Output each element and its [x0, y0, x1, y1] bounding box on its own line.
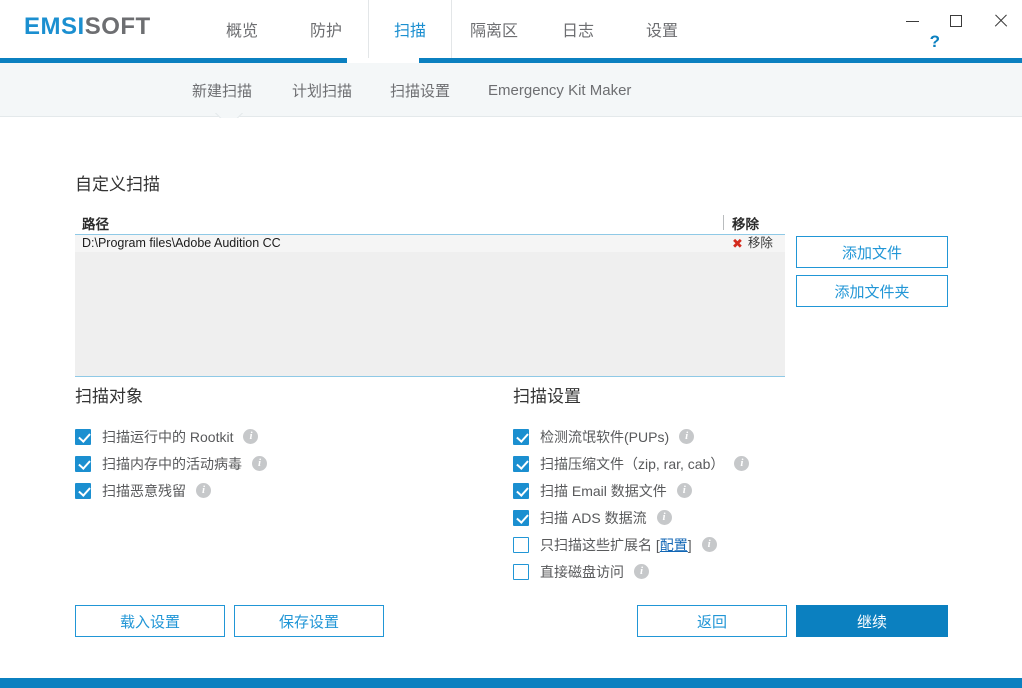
- label-scan-archives: 扫描压缩文件（zip, rar, cab）: [540, 455, 725, 472]
- info-icon[interactable]: i: [243, 429, 259, 444]
- continue-button[interactable]: 继续: [796, 605, 948, 637]
- column-divider: [723, 215, 724, 230]
- logo-primary-text: EMSI: [24, 13, 85, 40]
- info-icon[interactable]: i: [679, 429, 695, 444]
- label-scan-ads: 扫描 ADS 数据流: [540, 509, 647, 526]
- info-icon[interactable]: i: [701, 537, 717, 552]
- configure-extensions-link[interactable]: 配置: [660, 537, 688, 553]
- checkbox-row-scan-ads[interactable]: 扫描 ADS 数据流 i: [513, 504, 749, 531]
- scan-objects-title: 扫描对象: [75, 387, 143, 406]
- checkbox-scan-email[interactable]: [513, 482, 529, 499]
- label-detect-pups: 检测流氓软件(PUPs): [540, 428, 670, 445]
- maximize-button[interactable]: [934, 6, 978, 36]
- minimize-icon: [905, 20, 919, 22]
- table-row[interactable]: D:\Program files\Adobe Audition CC ✖ 移除: [75, 235, 785, 252]
- checkbox-row-scan-rootkits[interactable]: 扫描运行中的 Rootkit i: [75, 423, 267, 450]
- tab-quarantine[interactable]: 隔离区: [452, 0, 536, 58]
- tab-protection[interactable]: 防护: [284, 0, 368, 58]
- subnav-item-new-scan[interactable]: 新建扫描: [192, 80, 252, 101]
- cell-path: D:\Program files\Adobe Audition CC: [82, 236, 281, 250]
- scan-settings-title: 扫描设置: [513, 387, 581, 406]
- checkbox-row-scan-traces[interactable]: 扫描恶意残留 i: [75, 477, 267, 504]
- application-window: EMSISOFT 概览 防护 扫描 隔离区 日志 设置 ? 新建扫描 计划扫描 …: [0, 0, 1022, 688]
- info-icon[interactable]: i: [734, 456, 750, 471]
- add-file-button[interactable]: 添加文件: [796, 236, 948, 268]
- sub-navigation-items: 新建扫描 计划扫描 扫描设置 Emergency Kit Maker: [192, 63, 669, 117]
- label-scan-email: 扫描 Email 数据文件: [540, 482, 667, 499]
- checkbox-row-detect-pups[interactable]: 检测流氓软件(PUPs) i: [513, 423, 749, 450]
- checkbox-scan-ads[interactable]: [513, 509, 529, 526]
- label-scan-traces: 扫描恶意残留: [102, 482, 186, 499]
- close-button[interactable]: [978, 6, 1022, 36]
- info-icon[interactable]: i: [196, 483, 211, 498]
- checkbox-scan-memory[interactable]: [75, 455, 91, 472]
- subnav-item-scheduled-scan[interactable]: 计划扫描: [292, 80, 352, 101]
- checkbox-row-scan-email[interactable]: 扫描 Email 数据文件 i: [513, 477, 749, 504]
- checkbox-direct-disk-access[interactable]: [513, 563, 529, 580]
- tab-overview[interactable]: 概览: [200, 0, 284, 58]
- help-button[interactable]: ?: [930, 32, 940, 52]
- close-icon: [993, 14, 1007, 28]
- info-icon[interactable]: i: [634, 564, 649, 579]
- label-direct-disk-access: 直接磁盘访问: [540, 563, 624, 580]
- label-scan-extensions-suffix: ]: [687, 536, 692, 553]
- scan-settings-group: 检测流氓软件(PUPs) i 扫描压缩文件（zip, rar, cab） i 扫…: [513, 423, 750, 585]
- maximize-icon: [950, 15, 962, 27]
- back-button[interactable]: 返回: [637, 605, 787, 637]
- checkbox-detect-pups[interactable]: [513, 428, 529, 445]
- info-icon[interactable]: i: [252, 456, 267, 471]
- column-header-remove: 移除: [732, 217, 759, 232]
- subnav-item-emergency-kit-maker[interactable]: Emergency Kit Maker: [488, 82, 631, 99]
- checkbox-row-scan-extensions[interactable]: 只扫描这些扩展名 [配置] i: [513, 531, 749, 558]
- main-navigation: 概览 防护 扫描 隔离区 日志 设置: [200, 0, 704, 58]
- tab-scan[interactable]: 扫描: [368, 0, 452, 58]
- load-settings-button[interactable]: 载入设置: [75, 605, 225, 637]
- scan-paths-table: 路径 移除 D:\Program files\Adobe Audition CC…: [75, 213, 785, 378]
- save-settings-button[interactable]: 保存设置: [234, 605, 384, 637]
- checkbox-scan-traces[interactable]: [75, 482, 91, 499]
- subnav-item-scan-settings[interactable]: 扫描设置: [390, 80, 450, 101]
- emsisoft-logo: EMSISOFT: [24, 13, 151, 41]
- checkbox-scan-archives[interactable]: [513, 455, 529, 472]
- add-folder-button[interactable]: 添加文件夹: [796, 275, 948, 307]
- minimize-button[interactable]: [890, 6, 934, 36]
- label-scan-rootkits: 扫描运行中的 Rootkit: [102, 428, 234, 445]
- remove-row-button[interactable]: ✖ 移除: [732, 235, 773, 252]
- table-body: D:\Program files\Adobe Audition CC ✖ 移除: [75, 235, 785, 377]
- checkbox-row-scan-memory[interactable]: 扫描内存中的活动病毒 i: [75, 450, 267, 477]
- remove-row-label: 移除: [747, 236, 773, 250]
- info-icon[interactable]: i: [676, 483, 692, 498]
- label-scan-extensions-prefix: 只扫描这些扩展名 [: [540, 536, 660, 553]
- title-bar: EMSISOFT 概览 防护 扫描 隔离区 日志 设置 ?: [0, 0, 1022, 58]
- page-title: 自定义扫描: [75, 175, 160, 194]
- checkbox-row-scan-archives[interactable]: 扫描压缩文件（zip, rar, cab） i: [513, 450, 750, 477]
- checkbox-scan-rootkits[interactable]: [75, 428, 91, 445]
- checkbox-scan-extensions[interactable]: [513, 536, 529, 553]
- content-area: 自定义扫描 路径 移除 D:\Program files\Adobe Audit…: [0, 118, 1022, 678]
- logo-secondary-text: SOFT: [84, 13, 151, 40]
- tab-settings[interactable]: 设置: [620, 0, 704, 58]
- column-header-path: 路径: [82, 217, 109, 232]
- info-icon[interactable]: i: [656, 510, 672, 525]
- sub-navigation: 新建扫描 计划扫描 扫描设置 Emergency Kit Maker: [0, 63, 1022, 117]
- status-bar: [0, 678, 1022, 688]
- label-scan-memory: 扫描内存中的活动病毒: [102, 455, 242, 472]
- remove-x-icon: ✖: [732, 236, 743, 251]
- window-controls: [872, 0, 1022, 42]
- tab-logs[interactable]: 日志: [536, 0, 620, 58]
- scan-objects-group: 扫描运行中的 Rootkit i 扫描内存中的活动病毒 i 扫描恶意残留 i: [75, 423, 267, 504]
- checkbox-row-direct-disk-access[interactable]: 直接磁盘访问 i: [513, 558, 749, 585]
- label-scan-extensions: 只扫描这些扩展名 [配置]: [540, 535, 692, 555]
- table-header-row: 路径 移除: [75, 213, 785, 235]
